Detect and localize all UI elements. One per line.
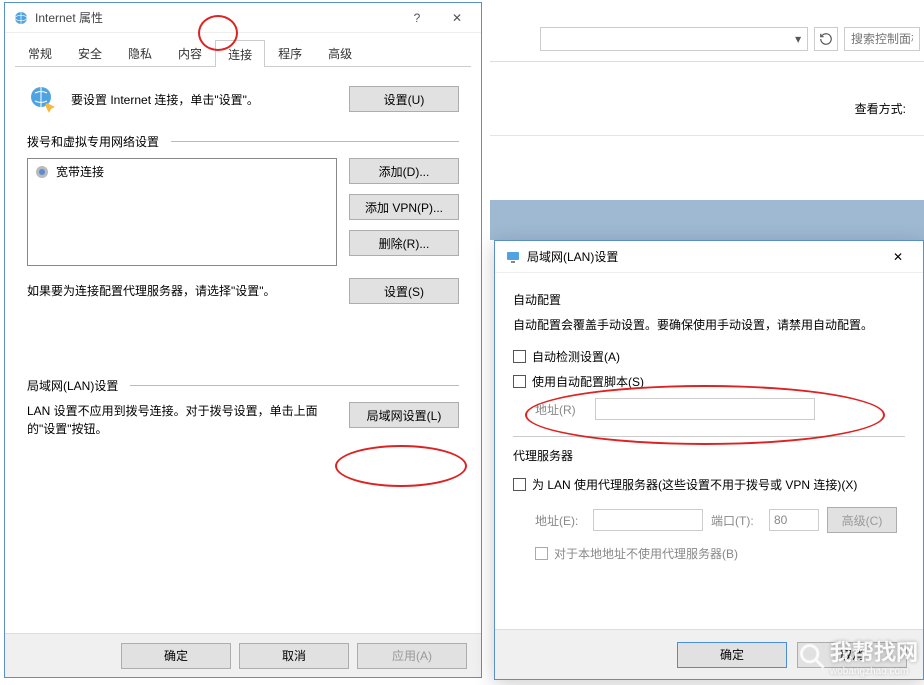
autoscript-label: 使用自动配置脚本(S) (532, 373, 644, 390)
address-r-label: 地址(R) (535, 401, 585, 418)
section-dialup: 拨号和虚拟专用网络设置 (27, 133, 459, 150)
section-dialup-label: 拨号和虚拟专用网络设置 (27, 133, 159, 150)
search-input[interactable] (844, 27, 920, 51)
bypass-local-label: 对于本地地址不使用代理服务器(B) (554, 545, 738, 562)
bypass-local-checkbox (535, 547, 548, 560)
proxy-address-input[interactable] (593, 509, 703, 531)
divider (171, 141, 459, 142)
group-auto-config: 自动配置 (513, 291, 905, 308)
dialog-title: 局域网(LAN)设置 (527, 248, 879, 265)
advanced-button[interactable]: 高级(C) (827, 507, 897, 533)
divider (130, 385, 459, 386)
lan-icon (505, 249, 521, 265)
tab-connections[interactable]: 连接 (215, 40, 265, 67)
dialog-title: Internet 属性 (35, 9, 397, 26)
bg-toolbar: ▾ (540, 25, 924, 53)
ok-button[interactable]: 确定 (677, 642, 787, 668)
remove-button[interactable]: 删除(R)... (349, 230, 459, 256)
dialog-footer: 确定 取消 应用(A) (5, 633, 481, 677)
refresh-button[interactable] (814, 27, 838, 51)
proxy-note: 如果要为连接配置代理服务器，请选择"设置"。 (27, 282, 276, 299)
tab-content[interactable]: 内容 (165, 39, 215, 66)
proxy-port-label: 端口(T): (711, 512, 761, 529)
cancel-button[interactable]: 取消 (797, 642, 907, 668)
use-proxy-label: 为 LAN 使用代理服务器(这些设置不用于拨号或 VPN 连接)(X) (532, 476, 857, 493)
section-lan-label: 局域网(LAN)设置 (27, 377, 118, 394)
view-mode-label: 查看方式: (855, 100, 906, 117)
list-item-label: 宽带连接 (56, 163, 104, 180)
refresh-icon (819, 32, 833, 46)
proxy-port-input[interactable] (769, 509, 819, 531)
internet-properties-dialog: Internet 属性 ? ✕ 常规 安全 隐私 内容 连接 程序 高级 要设置… (4, 2, 482, 678)
bg-separator-2 (490, 135, 924, 136)
address-combo[interactable]: ▾ (540, 27, 808, 51)
help-button[interactable]: ? (397, 4, 437, 32)
lan-settings-button[interactable]: 局域网设置(L) (349, 402, 459, 428)
lan-settings-dialog: 局域网(LAN)设置 ✕ 自动配置 自动配置会覆盖手动设置。要确保使用手动设置，… (494, 240, 924, 680)
section-lan: 局域网(LAN)设置 (27, 377, 459, 394)
tabpage-connections: 要设置 Internet 连接，单击"设置"。 设置(U) 拨号和虚拟专用网络设… (5, 67, 481, 450)
lan-note: LAN 设置不应用到拨号连接。对于拨号设置，单击上面的"设置"按钮。 (27, 402, 337, 438)
tab-general[interactable]: 常规 (15, 39, 65, 66)
use-proxy-checkbox[interactable] (513, 478, 526, 491)
titlebar[interactable]: Internet 属性 ? ✕ (5, 3, 481, 33)
connection-icon (34, 164, 50, 180)
autoscript-address-input[interactable] (595, 398, 815, 420)
proxy-address-label: 地址(E): (535, 512, 585, 529)
tab-security[interactable]: 安全 (65, 39, 115, 66)
add-button[interactable]: 添加(D)... (349, 158, 459, 184)
globe-wizard-icon (27, 83, 59, 115)
autoscript-checkbox[interactable] (513, 375, 526, 388)
close-icon: ✕ (893, 250, 903, 264)
divider (513, 436, 905, 437)
settings-button[interactable]: 设置(S) (349, 278, 459, 304)
help-icon: ? (414, 11, 421, 25)
tabstrip: 常规 安全 隐私 内容 连接 程序 高级 (15, 39, 471, 67)
connections-listbox[interactable]: 宽带连接 (27, 158, 337, 266)
internet-options-icon (13, 10, 29, 26)
close-icon: ✕ (452, 11, 462, 25)
dialog-footer: 确定 取消 (495, 629, 923, 679)
setup-button[interactable]: 设置(U) (349, 86, 459, 112)
add-vpn-button[interactable]: 添加 VPN(P)... (349, 194, 459, 220)
tab-programs[interactable]: 程序 (265, 39, 315, 66)
bg-blue-strip (490, 200, 924, 240)
chevron-down-icon: ▾ (795, 32, 801, 46)
group-proxy: 代理服务器 (513, 447, 905, 464)
list-item[interactable]: 宽带连接 (34, 163, 330, 180)
tab-advanced[interactable]: 高级 (315, 39, 365, 66)
titlebar[interactable]: 局域网(LAN)设置 ✕ (495, 241, 923, 273)
setup-text: 要设置 Internet 连接，单击"设置"。 (71, 91, 337, 108)
tab-privacy[interactable]: 隐私 (115, 39, 165, 66)
close-button[interactable]: ✕ (437, 4, 477, 32)
ok-button[interactable]: 确定 (121, 643, 231, 669)
auto-config-note: 自动配置会覆盖手动设置。要确保使用手动设置，请禁用自动配置。 (513, 316, 905, 334)
close-button[interactable]: ✕ (879, 243, 917, 271)
autodetect-label: 自动检测设置(A) (532, 348, 620, 365)
apply-button[interactable]: 应用(A) (357, 643, 467, 669)
cancel-button[interactable]: 取消 (239, 643, 349, 669)
autodetect-checkbox[interactable] (513, 350, 526, 363)
bg-separator (490, 61, 924, 62)
